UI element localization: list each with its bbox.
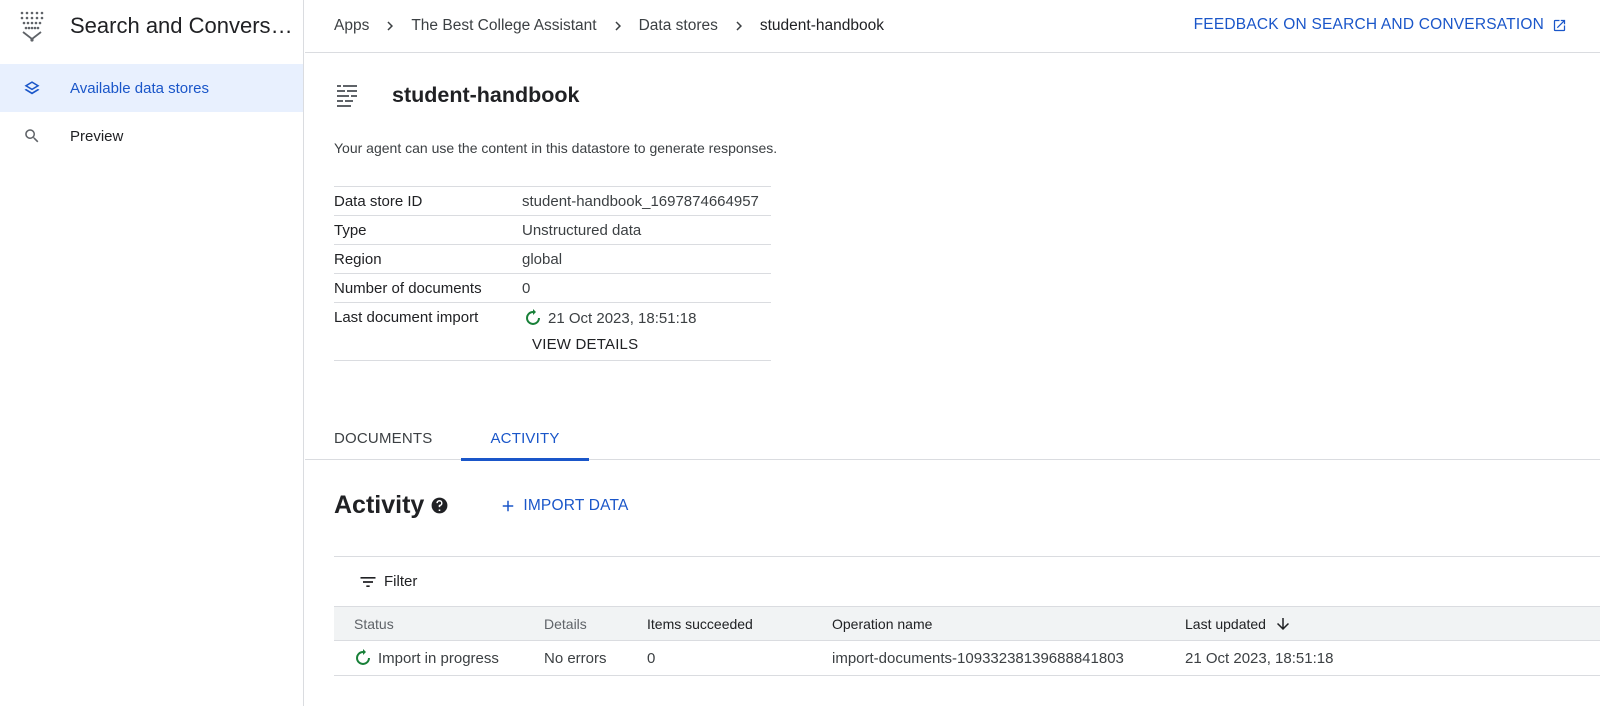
info-row-type: Type Unstructured data: [334, 216, 771, 245]
breadcrumb: Apps The Best College Assistant Data sto…: [334, 14, 884, 38]
datastore-description: Your agent can use the content in this d…: [334, 140, 778, 156]
column-header-last-updated[interactable]: Last updated: [1185, 615, 1600, 633]
info-label: Type: [334, 222, 367, 239]
activity-header: Activity IMPORT DATA: [334, 491, 629, 520]
arrow-down-icon: [1274, 615, 1292, 633]
column-header-operation-name[interactable]: Operation name: [832, 616, 1185, 632]
view-details-button[interactable]: VIEW DETAILS: [532, 336, 696, 353]
feedback-label: FEEDBACK ON SEARCH AND CONVERSATION: [1193, 16, 1544, 33]
datastore-title-row: student-handbook: [334, 81, 580, 109]
status-cell: Import in progress: [334, 649, 544, 667]
sidebar-item-preview[interactable]: Preview: [0, 112, 303, 160]
column-header-status[interactable]: Status: [334, 616, 544, 632]
help-icon[interactable]: [430, 496, 450, 516]
plus-icon: [499, 497, 517, 515]
feedback-link[interactable]: FEEDBACK ON SEARCH AND CONVERSATION: [1194, 16, 1568, 34]
sidebar-item-label: Available data stores: [70, 79, 209, 97]
breadcrumb-apps[interactable]: Apps: [334, 17, 369, 35]
activity-table: Filter Status Details Items succeeded Op…: [334, 556, 1600, 676]
info-value: Unstructured data: [522, 222, 642, 239]
details-cell: No errors: [544, 649, 607, 667]
info-row-data-store-id: Data store ID student-handbook_169787466…: [334, 187, 771, 216]
status-text: Import in progress: [378, 649, 499, 667]
tab-bar: DOCUMENTS ACTIVITY: [305, 417, 1600, 461]
info-label: Data store ID: [334, 193, 423, 210]
sidebar-item-label: Preview: [70, 127, 124, 145]
table-row[interactable]: Import in progress No errors 0 import-do…: [334, 641, 1600, 676]
column-header-label: Last updated: [1185, 615, 1266, 632]
page-title: student-handbook: [392, 82, 580, 107]
in-progress-icon: [354, 649, 372, 667]
datastore-info-table: Data store ID student-handbook_169787466…: [334, 186, 771, 361]
import-data-label: IMPORT DATA: [523, 496, 629, 514]
filter-list-icon: [358, 572, 378, 592]
sidebar-item-available-data-stores[interactable]: Available data stores: [0, 64, 303, 112]
column-header-details[interactable]: Details: [544, 616, 647, 632]
top-bar: Apps The Best College Assistant Data sto…: [305, 0, 1600, 53]
info-value-container: 21 Oct 2023, 18:51:18 VIEW DETAILS: [522, 309, 696, 353]
open-in-new-icon: [1552, 17, 1568, 33]
import-status: 21 Oct 2023, 18:51:18: [522, 309, 696, 327]
info-row-last-document-import: Last document import 21 Oct 2023, 18:51:…: [334, 303, 771, 361]
chevron-right-icon: [378, 14, 402, 38]
in-progress-icon: [524, 309, 542, 327]
column-header-items-succeeded[interactable]: Items succeeded: [647, 616, 832, 632]
product-name: Search and Conversation: [70, 13, 298, 38]
last-updated-cell: 21 Oct 2023, 18:51:18: [1185, 649, 1334, 667]
import-data-button[interactable]: IMPORT DATA: [499, 497, 628, 515]
filter-label: Filter: [384, 573, 418, 590]
operation-name-cell: import-documents-10933238139688841803: [832, 649, 1124, 667]
section-title: Activity: [334, 491, 425, 519]
vertex-search-logo-icon[interactable]: [18, 6, 46, 46]
breadcrumb-current: student-handbook: [759, 17, 884, 34]
items-succeeded-cell: 0: [647, 649, 656, 667]
info-value: 0: [522, 280, 531, 297]
info-label: Region: [334, 251, 382, 268]
search-icon: [22, 126, 42, 146]
info-label: Number of documents: [334, 280, 482, 297]
breadcrumb-data-stores[interactable]: Data stores: [639, 17, 718, 35]
sidebar-nav: Available data stores Preview: [0, 64, 303, 160]
info-value: student-handbook_1697874664957: [522, 193, 759, 210]
left-sidebar: Search and Conversation Available data s…: [0, 0, 304, 706]
chevron-right-icon: [606, 14, 630, 38]
info-label: Last document import: [334, 309, 479, 326]
main-content: student-handbook Your agent can use the …: [305, 53, 1600, 706]
layers-icon: [22, 78, 42, 98]
info-value: global: [522, 251, 563, 268]
chevron-right-icon: [727, 14, 751, 38]
info-row-number-of-documents: Number of documents 0: [334, 274, 771, 303]
document-text-icon: [334, 81, 362, 109]
info-row-region: Region global: [334, 245, 771, 274]
breadcrumb-app[interactable]: The Best College Assistant: [411, 17, 596, 35]
import-timestamp: 21 Oct 2023, 18:51:18: [548, 309, 697, 327]
sidebar-header: Search and Conversation: [0, 0, 303, 52]
filter-button[interactable]: Filter: [334, 557, 1600, 606]
tab-activity[interactable]: ACTIVITY: [461, 417, 589, 461]
table-header-row: Status Details Items succeeded Operation…: [334, 606, 1600, 641]
tab-documents[interactable]: DOCUMENTS: [334, 417, 432, 460]
